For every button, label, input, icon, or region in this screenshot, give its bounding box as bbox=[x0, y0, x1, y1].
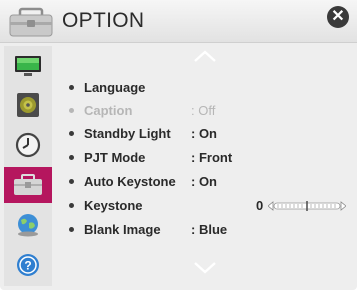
menu-item-value: : On bbox=[191, 174, 217, 189]
sidebar-item-support[interactable]: ? bbox=[7, 249, 49, 280]
bullet-icon bbox=[69, 155, 74, 160]
menu-item-value: : Off bbox=[191, 103, 216, 118]
keystone-control[interactable]: 0 bbox=[256, 197, 348, 215]
menu-item-value: : On bbox=[191, 126, 217, 141]
toolbox-icon bbox=[9, 7, 53, 37]
option-list: Language Caption : Off Standby Light : O… bbox=[57, 46, 353, 286]
sidebar-item-picture[interactable] bbox=[7, 50, 49, 81]
chevron-up-icon[interactable] bbox=[192, 48, 218, 64]
sidebar: ? bbox=[4, 46, 52, 286]
menu-item-keystone[interactable]: Keystone 0 bbox=[69, 198, 349, 220]
picture-icon bbox=[15, 55, 41, 76]
bullet-icon bbox=[69, 108, 74, 113]
option-icon bbox=[14, 174, 42, 195]
bullet-icon bbox=[69, 203, 74, 208]
sidebar-item-audio[interactable] bbox=[7, 89, 49, 120]
menu-item-value: : Blue bbox=[191, 222, 228, 237]
chevron-down-icon[interactable] bbox=[192, 260, 218, 276]
menu-item-label: Keystone bbox=[84, 198, 143, 213]
menu-item-language[interactable]: Language bbox=[69, 80, 349, 102]
option-menu-panel: OPTION ✕ ? Language Caption: Off Standb… bbox=[0, 0, 357, 290]
menu-item-label: Auto Keystone bbox=[84, 174, 176, 189]
menu-item-value: : Front bbox=[191, 150, 233, 165]
audio-icon bbox=[17, 92, 39, 117]
menu-item-caption: Caption : Off bbox=[69, 103, 349, 125]
keystone-slider[interactable] bbox=[268, 200, 346, 212]
menu-item-label: Standby Light bbox=[84, 126, 171, 141]
sidebar-item-network[interactable] bbox=[7, 209, 49, 240]
menu-item-standby-light[interactable]: Standby Light : On bbox=[69, 126, 349, 148]
close-icon[interactable]: ✕ bbox=[327, 6, 349, 28]
sidebar-item-time[interactable] bbox=[7, 129, 49, 160]
menu-item-blank-image[interactable]: Blank Image : Blue bbox=[69, 222, 349, 244]
menu-item-label: Language bbox=[84, 80, 146, 95]
menu-item-label: Caption bbox=[84, 103, 133, 118]
sidebar-item-option[interactable] bbox=[4, 167, 52, 203]
menu-item-pjt-mode[interactable]: PJT Mode : Front bbox=[69, 150, 349, 172]
bullet-icon bbox=[69, 85, 74, 90]
bullet-icon bbox=[69, 179, 74, 184]
network-icon bbox=[18, 213, 38, 236]
menu-item-auto-keystone[interactable]: Auto Keystone : On bbox=[69, 174, 349, 196]
keystone-value: 0 bbox=[256, 198, 264, 213]
time-icon bbox=[15, 132, 41, 157]
svg-text:?: ? bbox=[24, 258, 31, 272]
page-title: OPTION bbox=[62, 9, 145, 32]
menu-item-label: Blank Image bbox=[84, 222, 161, 237]
header-bar: OPTION ✕ bbox=[0, 0, 357, 43]
bullet-icon bbox=[69, 227, 74, 232]
support-icon: ? bbox=[17, 253, 39, 276]
bullet-icon bbox=[69, 131, 74, 136]
menu-item-label: PJT Mode bbox=[84, 150, 146, 165]
